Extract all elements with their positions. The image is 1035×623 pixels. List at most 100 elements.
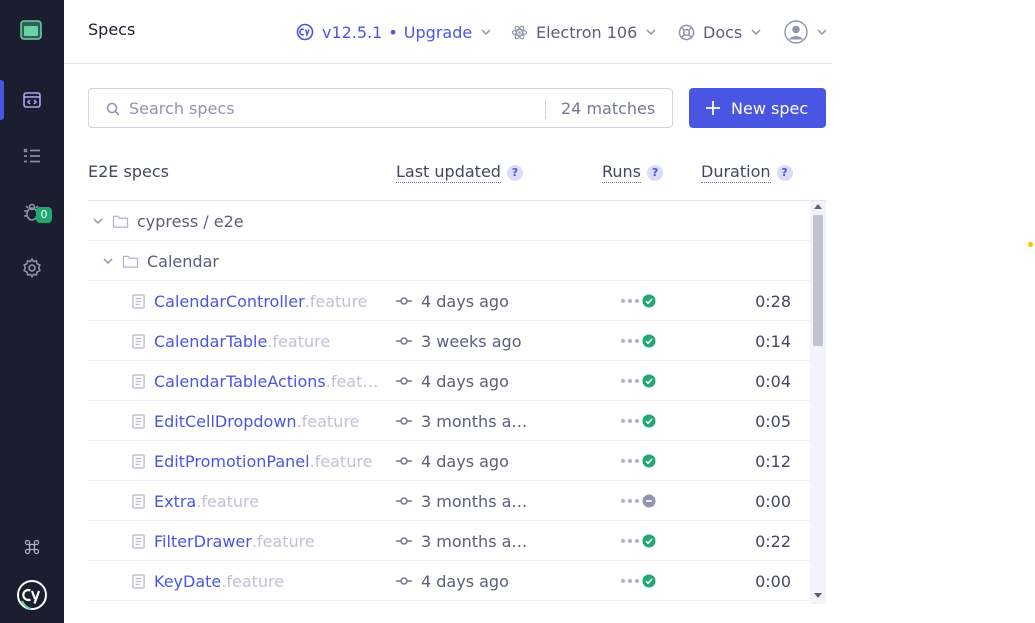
sidebar: 0 [0,0,64,623]
chevron-down-icon [646,29,656,36]
passed-check-icon [642,534,656,548]
search-match-count: 24 matches [561,99,656,118]
spec-file-icon [132,493,145,509]
browser-dropdown[interactable]: Electron 106 [511,0,657,64]
run-placeholder-dot [635,419,639,423]
column-header-runs-label: Runs [602,162,642,183]
search-divider [545,99,546,119]
chevron-down-icon [103,258,113,265]
scrollbar-thumb[interactable] [813,215,823,346]
run-placeholder-dot [628,499,632,503]
spec-extension: .feature [304,291,368,311]
runs-status[interactable] [621,561,656,601]
column-header-runs[interactable]: Runs ? [602,162,664,183]
column-header-duration[interactable]: Duration ? [701,162,793,183]
duration-text: 0:05 [755,411,791,431]
spec-name-link[interactable]: FilterDrawer [154,532,252,551]
spec-row[interactable]: CalendarTable .feature 3 weeks ago 0:14 [88,321,810,361]
spec-file-icon [132,373,145,389]
folder-row-calendar[interactable]: Calendar [88,241,810,281]
runs-status[interactable] [621,481,656,521]
sidebar-item-cypress-logo[interactable] [0,575,64,615]
git-commit-icon [396,377,412,385]
duration-text: 0:28 [755,291,791,311]
scroll-down-arrow-icon[interactable] [814,593,822,598]
sidebar-item-keyboard-shortcuts[interactable] [0,527,64,567]
spec-row[interactable]: EditPromotionPanel .feature 4 days ago 0:12 [88,441,810,481]
spec-file-icon [132,413,145,429]
runs-status[interactable] [621,401,656,441]
list-scrollbar[interactable] [810,201,826,604]
sidebar-item-specs[interactable] [0,80,64,120]
sidebar-item-runs[interactable] [0,136,64,176]
scroll-up-arrow-icon[interactable] [814,204,822,209]
spec-name-link[interactable]: Extra [154,492,196,511]
version-upgrade-dropdown[interactable]: v12.5.1 • Upgrade [296,0,492,64]
user-menu[interactable] [784,0,828,64]
folder-name: Calendar [147,251,219,271]
run-placeholder-dot [635,299,639,303]
help-icon[interactable]: ? [506,164,523,181]
sidebar-item-debug[interactable]: 0 [0,192,64,232]
sidebar-item-settings[interactable] [0,248,64,288]
spec-row[interactable]: KeyDate .feature 4 days ago 0:00 [88,561,810,601]
cypress-logo-icon [17,580,47,611]
spec-name-link[interactable]: EditPromotionPanel [154,452,310,471]
run-placeholder-dot [628,299,632,303]
last-updated-text: 3 months a… [421,491,528,511]
run-placeholder-dot [635,459,639,463]
spec-row[interactable]: CalendarTableActions .feat… 4 days ago 0:04 [88,361,810,401]
run-placeholder-dot [635,379,639,383]
column-header-last-updated[interactable]: Last updated ? [396,162,523,183]
runs-list-icon [23,148,40,163]
spec-extension: .feat… [325,371,379,391]
electron-icon [511,25,528,39]
folder-icon [122,255,139,268]
spec-row[interactable]: EditCellDropdown .feature 3 months a… 0:05 [88,401,810,441]
spec-file-icon [132,573,145,589]
spec-name-link[interactable]: KeyDate [154,572,221,591]
help-icon[interactable]: ? [647,164,664,181]
passed-check-icon [642,454,656,468]
version-separator: • [388,22,398,42]
column-header-last-updated-label: Last updated [396,162,501,183]
help-icon[interactable]: ? [776,164,793,181]
spec-name-link[interactable]: EditCellDropdown [154,412,297,431]
runs-status[interactable] [621,321,656,361]
spec-name-link[interactable]: CalendarTable [154,332,267,351]
app-window-icon[interactable] [20,20,42,40]
duration-text: 0:04 [755,371,791,391]
search-icon [106,102,120,116]
specs-icon [23,92,41,108]
folder-name: cypress / e2e [137,211,244,231]
last-updated-text: 3 months a… [421,531,528,551]
docs-dropdown[interactable]: Docs [678,0,762,64]
upgrade-link[interactable]: Upgrade [404,23,472,42]
column-header-specs: E2E specs [88,162,169,181]
runs-status[interactable] [621,281,656,321]
spec-row[interactable]: Extra .feature 3 months a… 0:00 [88,481,810,521]
spec-row[interactable]: CalendarController .feature 4 days ago 0:28 [88,281,810,321]
folder-row-root[interactable]: cypress / e2e [88,201,810,241]
duration-text: 0:00 [755,491,791,511]
runs-status[interactable] [621,441,656,481]
cypress-version-icon [296,23,314,41]
new-spec-button[interactable]: New spec [689,88,826,128]
run-placeholder-dot [628,419,632,423]
spec-file-icon [132,453,145,469]
spec-row[interactable]: FilterDrawer .feature 3 months a… 0:22 [88,521,810,561]
spec-file-icon [132,293,145,309]
run-placeholder-dot [621,499,625,503]
runs-status[interactable] [621,521,656,561]
spec-name-link[interactable]: CalendarTableActions [154,372,326,391]
run-placeholder-dot [621,539,625,543]
git-commit-icon [396,337,412,345]
plus-icon [706,101,720,115]
spec-tree-list: cypress / e2e Calendar CalendarControlle… [88,201,810,601]
spec-name-link[interactable]: CalendarController [154,292,305,311]
runs-status[interactable] [621,361,656,401]
top-header: Specs v12.5.1 • Upgrade Electron 106 Doc… [64,0,832,64]
search-input[interactable] [129,90,529,126]
duration-text: 0:00 [755,571,791,591]
run-placeholder-dot [628,539,632,543]
